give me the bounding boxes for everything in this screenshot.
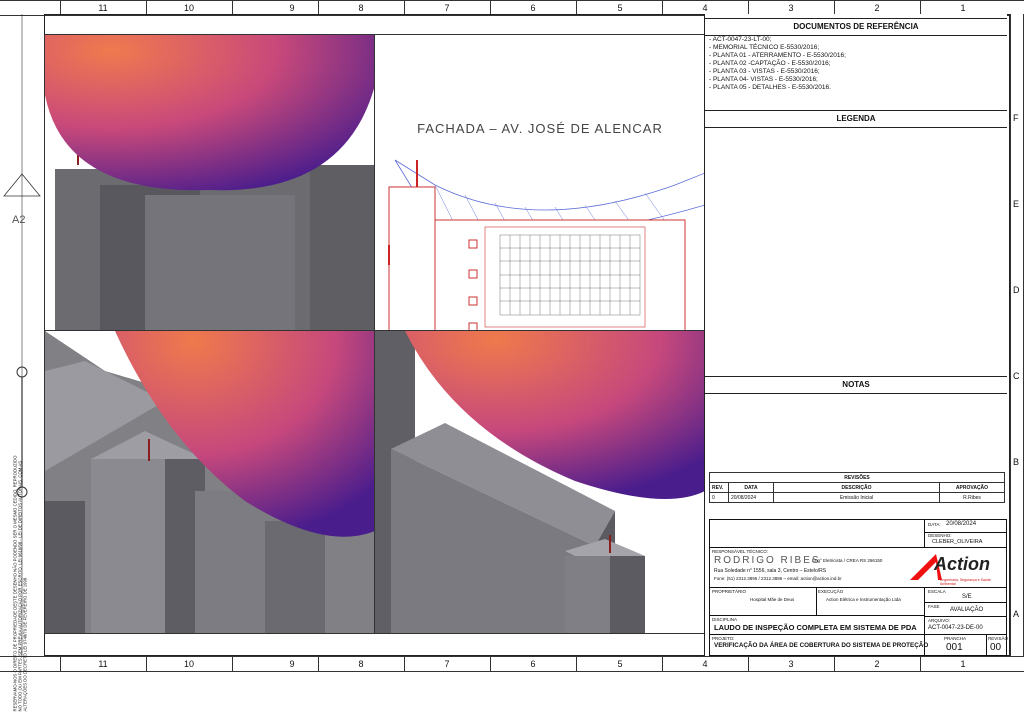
discipline-label: DISCIPLINA (712, 617, 738, 622)
owner-value: Hospital Mãe de Deus (750, 597, 795, 602)
ruler-num: 9 (289, 3, 295, 13)
table-cell: 0 (709, 492, 729, 503)
logo-tagline: Engenharia, Segurança e Saúde Ambiental (940, 578, 991, 586)
ruler-num: 6 (530, 659, 536, 669)
date-label: DATA: (928, 522, 941, 527)
bottom-ruler: 11 10 9 8 7 6 5 4 3 2 1 (0, 656, 1024, 672)
ruler-num: 5 (617, 3, 623, 13)
ruler-num: 8 (358, 3, 364, 13)
ruler-letter: A (1013, 609, 1020, 619)
file-value: ACT-0047-23-DE-00 (928, 625, 983, 631)
ruler-letter: C (1013, 371, 1020, 381)
facade-view: FACHADA – AV. JOSÉ DE ALENCAR (374, 34, 706, 332)
ruler-letter: E (1013, 199, 1020, 209)
date-value: 20/08/2024 (946, 521, 977, 527)
revision-value: 00 (990, 642, 1002, 653)
engineer-name: RODRIGO RIBES (714, 555, 821, 566)
exec-label: EXECUÇÃO (818, 589, 844, 594)
table-cell: 20/08/2024 (728, 492, 774, 503)
ruler-num: 9 (289, 659, 295, 669)
drawn-value: CLEBER_OLIVEIRA (932, 539, 983, 545)
phase-value: AVALIAÇÃO (950, 607, 984, 613)
reference-item: - PLANTA 05 - DETALHES - E-5530/2016. (709, 84, 831, 91)
right-ruler: F E D C B A (1010, 14, 1024, 656)
references-header: DOCUMENTOS DE REFERÊNCIA (705, 18, 1007, 36)
col-header: REV. (709, 482, 729, 493)
left-margin: A2 RESERVAMO-NOS O DIREITO DE PROPRIEDAD… (0, 14, 44, 712)
logo-text: Action (934, 554, 990, 574)
exec-value: Action Elétrica e Instrumentação Ltda (826, 597, 901, 602)
reference-item: - PLANTA 02 -CAPTAÇÃO - E-5530/2016; (709, 60, 831, 67)
ruler-num: 4 (702, 659, 708, 669)
legend-header: LEGENDA (705, 110, 1007, 128)
col-header: APROVAÇÃO (939, 482, 1005, 493)
table-row: 0 20/08/2024 Emissão Inicial R.Ribes (709, 492, 1005, 503)
owner-label: PROPRIETÁRIO (712, 589, 747, 594)
reference-item: - PLANTA 03 - VISTAS - E-5530/2016; (709, 68, 820, 75)
references-list: - ACT-0047-23-LT-00; - MEMORIAL TÉCNICO … (709, 36, 846, 92)
resp-label: RESPONSÁVEL TÉCNICO: (712, 549, 769, 554)
reference-item: - MEMORIAL TÉCNICO E-5530/2016; (709, 44, 820, 51)
ruler-num: 4 (702, 3, 708, 13)
sheet-value: 001 (946, 642, 963, 653)
sheet-size: A2 (12, 214, 26, 226)
view-3d-top-left (44, 34, 376, 332)
ruler-num: 5 (617, 659, 623, 669)
scale-label: ESCALA (928, 589, 946, 594)
table-header-row: REV. DATA DESCRIÇÃO APROVAÇÃO (709, 482, 1005, 493)
table-cell: Emissão Inicial (773, 492, 940, 503)
ruler-num: 10 (183, 659, 195, 669)
reference-item: - PLANTA 01 - ATERRAMENTO - E-5530/2016; (709, 52, 846, 59)
project-label: PROJETO: (712, 636, 735, 641)
ruler-letter: F (1013, 113, 1019, 123)
col-header: DESCRIÇÃO (773, 482, 940, 493)
drawn-label: DESENHO: (928, 533, 952, 538)
render-3d-image (45, 35, 375, 331)
ruler-num: 11 (98, 3, 108, 13)
table-cell: R.Ribes (939, 492, 1005, 503)
ruler-num: 1 (960, 659, 966, 669)
ruler-num: 1 (960, 3, 966, 13)
company-logo: Action Engenharia, Segurança e Saúde Amb… (906, 550, 1004, 588)
col-header: DATA (728, 482, 774, 493)
ruler-num: 7 (444, 3, 450, 13)
discipline-value: LAUDO DE INSPEÇÃO COMPLETA EM SISTEMA DE… (714, 623, 917, 632)
ruler-num: 6 (530, 3, 536, 13)
sheet-label: PRANCHA (944, 636, 967, 641)
ruler-num: 3 (788, 3, 794, 13)
phase-label: FASE (928, 604, 940, 609)
reference-item: - PLANTA 04- VISTAS - E-5530/2016; (709, 76, 818, 83)
ruler-letter: B (1013, 457, 1020, 467)
copyright-note: RESERVAMO-NOS O DIREITO DE PROPRIEDADE D… (12, 455, 28, 712)
ruler-num: 3 (788, 659, 794, 669)
reference-item: - ACT-0047-23-LT-00; (709, 36, 772, 43)
ruler-num: 2 (874, 3, 880, 13)
revision-label: REVISÃO (988, 636, 1009, 641)
scale-value: S/E (962, 594, 972, 600)
engineer-contact: Fone: (51) 2312.3895 / 2312.3886 – email… (714, 576, 842, 581)
ruler-num: 8 (358, 659, 364, 669)
engineer-title: Eng° Eletricista / CREA RS 266150 (812, 558, 883, 563)
revisions-table: REVISÕES REV. DATA DESCRIÇÃO APROVAÇÃO 0… (709, 472, 1005, 503)
ruler-num: 7 (444, 659, 450, 669)
ruler-letter: D (1013, 285, 1020, 295)
engineer-address: Rua Soledade n° 1556, sala 3, Centro – E… (714, 568, 827, 574)
notes-header: NOTAS (705, 376, 1007, 394)
ruler-num: 2 (874, 659, 880, 669)
title-block: DATA: 20/08/2024 DESENHO: CLEBER_OLIVEIR… (709, 519, 1009, 656)
file-label: ARQUIVO: (928, 618, 951, 623)
ruler-num: 10 (183, 3, 195, 13)
project-value: VERIFICAÇÃO DA ÁREA DE COBERTURA DO SIST… (714, 642, 929, 649)
view-3d-bottom-right (374, 330, 706, 634)
render-3d-image (45, 331, 375, 633)
render-3d-image (375, 331, 705, 633)
revisions-title: REVISÕES (709, 472, 1005, 483)
facade-drawing (388, 159, 705, 331)
view-3d-bottom-left (44, 330, 376, 634)
ruler-num: 11 (98, 659, 108, 669)
info-panel: DOCUMENTOS DE REFERÊNCIA - ACT-0047-23-L… (704, 14, 1009, 656)
